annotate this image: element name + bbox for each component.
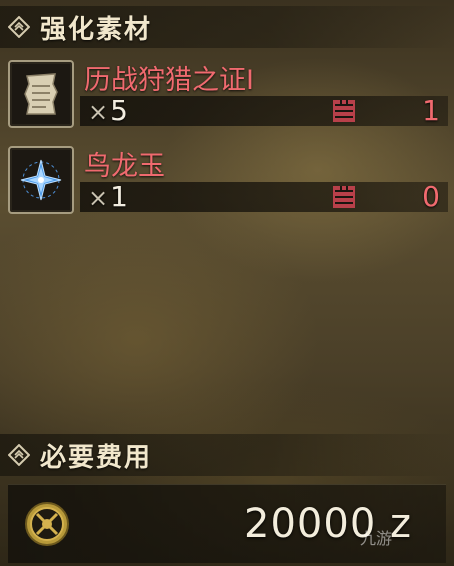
material-name: 历战狩猎之证Ⅰ <box>84 65 254 96</box>
cost-panel: 20000 z 九游 <box>8 484 446 563</box>
diamond-emblem-icon <box>7 443 31 467</box>
zenny-coin-icon <box>24 501 70 547</box>
cost-header: 必要费用 <box>0 434 454 476</box>
cost-title: 必要费用 <box>40 442 153 473</box>
owned-quantity: 1 <box>422 94 440 127</box>
diamond-emblem-icon <box>7 15 31 39</box>
material-item-2[interactable]: 鸟龙玉 ×1 0 <box>6 142 448 220</box>
materials-header: 强化素材 <box>0 6 454 48</box>
owned-quantity: 0 <box>422 180 440 213</box>
storage-box-icon <box>332 184 356 210</box>
required-quantity: ×5 <box>88 94 128 127</box>
required-quantity: ×1 <box>88 180 128 213</box>
material-quantity-bar: ×1 0 <box>80 180 448 213</box>
material-item-1[interactable]: 历战狩猎之证Ⅰ ×5 1 <box>6 56 448 134</box>
material-quantity-bar: ×5 1 <box>80 94 448 127</box>
scroll-parchment-icon <box>8 60 74 128</box>
material-name: 鸟龙玉 <box>84 151 165 182</box>
materials-title: 强化素材 <box>40 14 153 45</box>
storage-box-icon <box>332 98 356 124</box>
watermark: 九游 <box>359 529 392 548</box>
blue-star-gem-icon <box>8 146 74 214</box>
